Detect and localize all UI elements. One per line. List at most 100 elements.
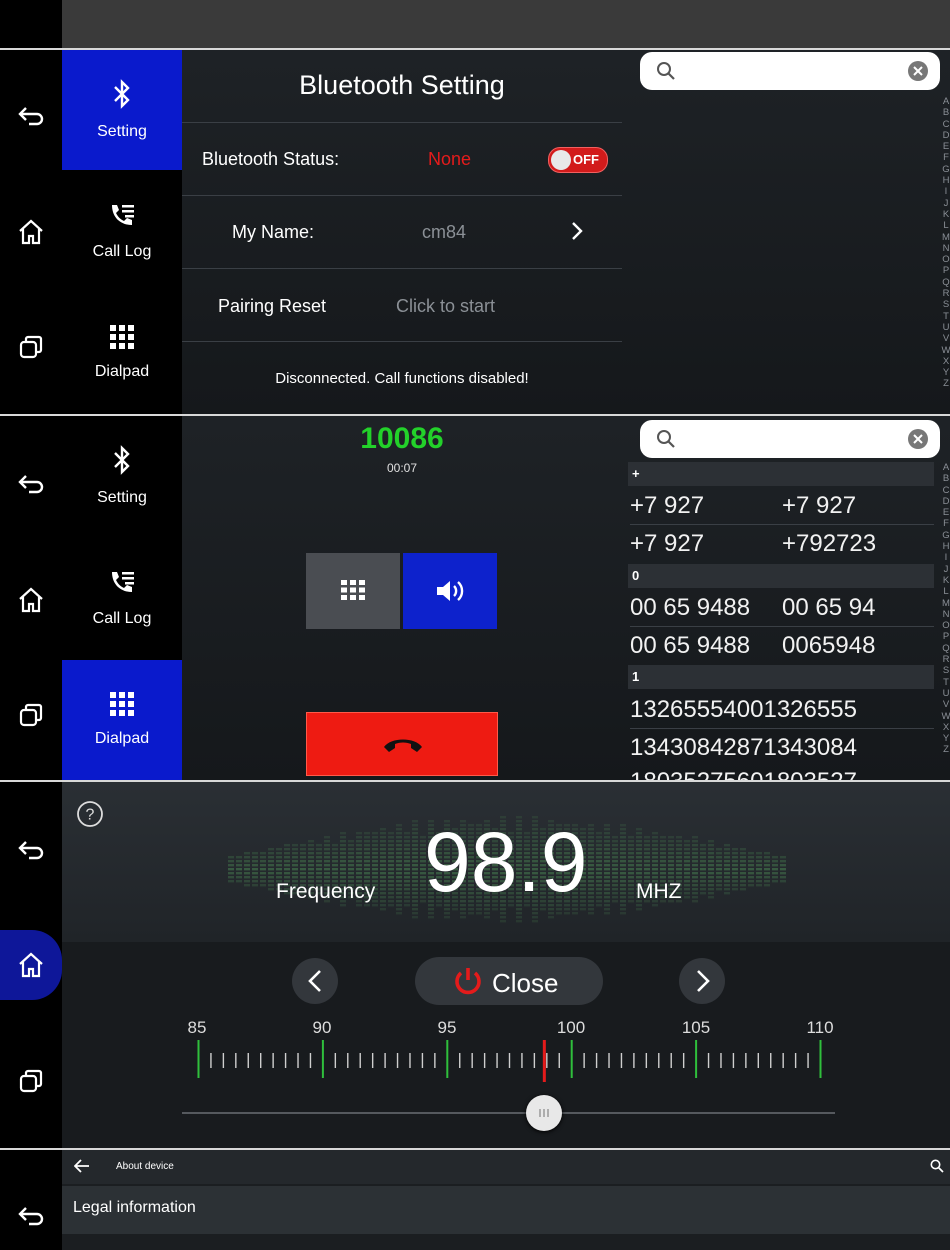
alpha-letter[interactable]: X bbox=[939, 356, 950, 367]
home-icon bbox=[17, 587, 45, 613]
my-name-row[interactable]: My Name: cm84 bbox=[182, 196, 622, 268]
seek-forward-button[interactable] bbox=[679, 958, 725, 1004]
alpha-letter[interactable]: Q bbox=[939, 277, 950, 288]
alpha-letter[interactable]: L bbox=[939, 220, 950, 231]
nav-dialpad[interactable]: Dialpad bbox=[62, 293, 182, 413]
hang-up-button[interactable] bbox=[306, 712, 498, 776]
alpha-letter[interactable]: F bbox=[939, 152, 950, 163]
alpha-letter[interactable]: P bbox=[939, 265, 950, 276]
alpha-letter[interactable]: A bbox=[939, 96, 950, 107]
settings-item-legal-information[interactable]: Legal information bbox=[62, 1186, 950, 1234]
alpha-letter[interactable]: P bbox=[939, 631, 950, 642]
alpha-letter[interactable]: K bbox=[939, 575, 950, 586]
alpha-letter[interactable]: J bbox=[939, 564, 950, 575]
alpha-letter[interactable]: F bbox=[939, 518, 950, 529]
eq-bar bbox=[636, 836, 642, 839]
alpha-letter[interactable]: S bbox=[939, 665, 950, 676]
home-button[interactable] bbox=[0, 207, 62, 257]
back-button[interactable] bbox=[0, 460, 62, 510]
alpha-letter[interactable]: H bbox=[939, 175, 950, 186]
home-button[interactable] bbox=[0, 930, 62, 1000]
alpha-letter[interactable]: N bbox=[939, 609, 950, 620]
search-icon[interactable] bbox=[930, 1159, 944, 1173]
alpha-letter[interactable]: O bbox=[939, 620, 950, 631]
eq-bar bbox=[772, 872, 778, 875]
tuning-slider-thumb[interactable] bbox=[526, 1095, 563, 1131]
alpha-letter[interactable]: K bbox=[939, 209, 950, 220]
contact-search-bar[interactable] bbox=[640, 420, 940, 458]
alpha-letter[interactable]: B bbox=[939, 473, 950, 484]
nav-dialpad[interactable]: Dialpad bbox=[62, 660, 182, 780]
alpha-letter[interactable]: E bbox=[939, 507, 950, 518]
recent-apps-button[interactable] bbox=[0, 690, 62, 740]
alpha-letter[interactable]: B bbox=[939, 107, 950, 118]
alpha-letter[interactable]: Z bbox=[939, 744, 950, 755]
seek-back-button[interactable] bbox=[292, 958, 338, 1004]
alpha-letter[interactable]: W bbox=[939, 345, 950, 356]
alpha-letter[interactable]: W bbox=[939, 711, 950, 722]
pairing-reset-row[interactable]: Pairing Reset Click to start bbox=[182, 269, 622, 341]
alpha-letter[interactable]: N bbox=[939, 243, 950, 254]
alpha-letter[interactable]: Q bbox=[939, 643, 950, 654]
recent-apps-button[interactable] bbox=[0, 322, 62, 372]
alpha-letter[interactable]: U bbox=[939, 688, 950, 699]
call-dialpad-button[interactable] bbox=[306, 553, 400, 629]
alpha-letter[interactable]: G bbox=[939, 530, 950, 541]
eq-bar bbox=[308, 864, 314, 867]
eq-bar bbox=[628, 876, 634, 879]
alpha-letter[interactable]: D bbox=[939, 130, 950, 141]
tuning-scale[interactable] bbox=[197, 1040, 822, 1082]
alpha-letter[interactable]: R bbox=[939, 288, 950, 299]
back-button[interactable] bbox=[0, 1192, 62, 1242]
alpha-letter[interactable]: Y bbox=[939, 367, 950, 378]
back-button[interactable] bbox=[0, 92, 62, 142]
eq-bar bbox=[396, 840, 402, 843]
alpha-letter[interactable]: R bbox=[939, 654, 950, 665]
alpha-letter[interactable]: O bbox=[939, 254, 950, 265]
alpha-letter[interactable]: L bbox=[939, 586, 950, 597]
alpha-letter[interactable]: Z bbox=[939, 378, 950, 389]
alpha-letter[interactable]: T bbox=[939, 677, 950, 688]
alpha-letter[interactable]: H bbox=[939, 541, 950, 552]
tuning-slider-track[interactable] bbox=[182, 1112, 835, 1114]
clear-search-button[interactable] bbox=[908, 61, 928, 81]
alpha-letter[interactable]: T bbox=[939, 311, 950, 322]
close-radio-button[interactable]: Close bbox=[415, 957, 603, 1005]
alpha-letter[interactable]: X bbox=[939, 722, 950, 733]
speaker-button[interactable] bbox=[403, 553, 497, 629]
help-icon[interactable]: ? bbox=[76, 800, 104, 828]
back-button[interactable] bbox=[0, 826, 62, 876]
recent-apps-button[interactable] bbox=[0, 1056, 62, 1106]
nav-call-log[interactable]: Call Log bbox=[62, 171, 182, 291]
alpha-letter[interactable]: V bbox=[939, 699, 950, 710]
nav-setting[interactable]: Setting bbox=[62, 416, 182, 536]
home-button[interactable] bbox=[0, 575, 62, 625]
alpha-letter[interactable]: J bbox=[939, 198, 950, 209]
alpha-letter[interactable]: V bbox=[939, 333, 950, 344]
alpha-letter[interactable]: U bbox=[939, 322, 950, 333]
alpha-letter[interactable]: I bbox=[939, 186, 950, 197]
alpha-index[interactable]: ABCDEFGHIJKLMNOPQRSTUVWXYZ bbox=[939, 462, 950, 756]
back-arrow-icon[interactable] bbox=[74, 1159, 90, 1173]
alpha-letter[interactable]: E bbox=[939, 141, 950, 152]
eq-bar bbox=[636, 864, 642, 867]
alpha-letter[interactable]: I bbox=[939, 552, 950, 563]
bt-toggle[interactable]: OFF bbox=[548, 147, 608, 173]
eq-bar bbox=[284, 852, 290, 855]
alpha-letter[interactable]: S bbox=[939, 299, 950, 310]
eq-bar bbox=[596, 844, 602, 847]
alpha-letter[interactable]: G bbox=[939, 164, 950, 175]
nav-call-log[interactable]: Call Log bbox=[62, 538, 182, 658]
alpha-letter[interactable]: M bbox=[939, 232, 950, 243]
alpha-letter[interactable]: M bbox=[939, 598, 950, 609]
alpha-letter[interactable]: Y bbox=[939, 733, 950, 744]
alpha-letter[interactable]: C bbox=[939, 119, 950, 130]
clear-search-button[interactable] bbox=[908, 429, 928, 449]
nav-setting[interactable]: Setting bbox=[62, 50, 182, 170]
alpha-letter[interactable]: D bbox=[939, 496, 950, 507]
alpha-letter[interactable]: A bbox=[939, 462, 950, 473]
alpha-index[interactable]: ABCDEFGHIJKLMNOPQRSTUVWXYZ bbox=[939, 96, 950, 390]
alpha-letter[interactable]: C bbox=[939, 485, 950, 496]
contact-search-bar[interactable] bbox=[640, 52, 940, 90]
eq-bar bbox=[388, 892, 394, 895]
